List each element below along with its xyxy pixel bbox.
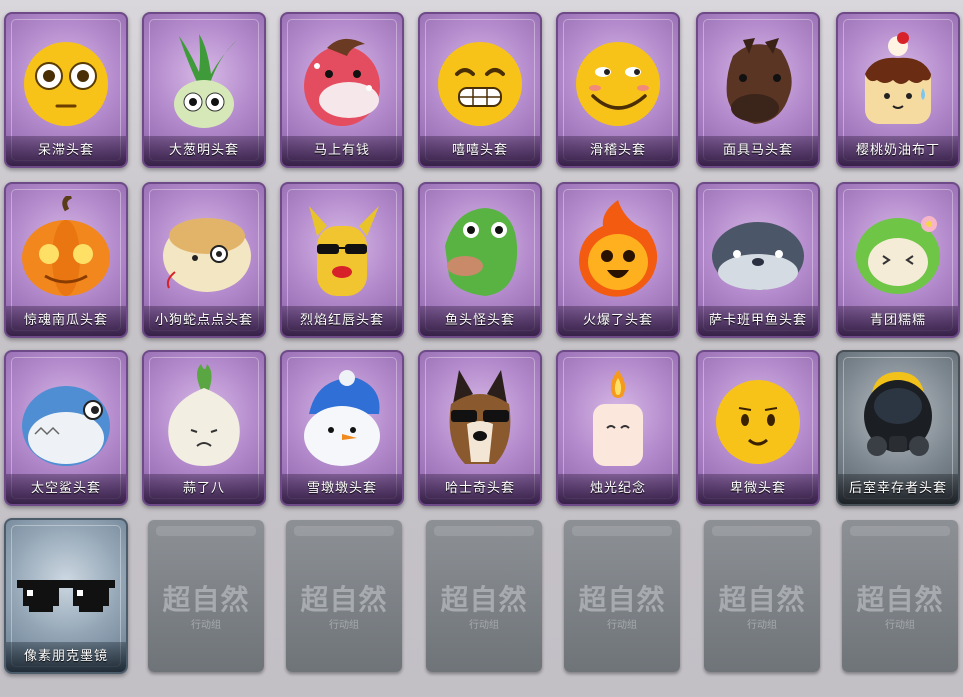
- item-card[interactable]: 太空鲨头套: [4, 350, 128, 506]
- locked-slot: 超自然 行动组: [704, 520, 820, 672]
- slot-tab: [850, 526, 950, 536]
- locked-emblem-sub: 行动组: [191, 620, 221, 631]
- slot-tab: [294, 526, 394, 536]
- item-card[interactable]: 大葱明头套: [142, 12, 266, 168]
- snowman-icon: [304, 370, 380, 466]
- dazed-face-icon: [24, 42, 108, 126]
- locked-slot: 超自然 行动组: [148, 520, 264, 672]
- locked-emblem-sub: 行动组: [329, 620, 359, 631]
- item-card[interactable]: 烈焰红唇头套: [280, 182, 404, 338]
- red-lips-mask-icon: [309, 206, 379, 296]
- item-label: 面具马头套: [698, 136, 818, 166]
- item-label: 青团糯糯: [838, 306, 958, 336]
- locked-emblem: 超自然: [856, 583, 944, 616]
- item-card[interactable]: 鱼头怪头套: [418, 182, 542, 338]
- locked-slot: 超自然 行动组: [842, 520, 958, 672]
- slot-tab: [434, 526, 534, 536]
- space-shark-icon: [22, 386, 110, 466]
- item-label: 烛光纪念: [558, 474, 678, 504]
- item-label: 马上有钱: [282, 136, 402, 166]
- fire-face-icon: [579, 200, 658, 297]
- item-card[interactable]: 惊魂南瓜头套: [4, 182, 128, 338]
- item-label: 嘻嘻头套: [420, 136, 540, 166]
- item-card[interactable]: 青团糯糯: [836, 182, 960, 338]
- item-label: 滑稽头套: [558, 136, 678, 166]
- item-card[interactable]: 樱桃奶油布丁: [836, 12, 960, 168]
- locked-emblem: 超自然: [440, 583, 528, 616]
- slot-tab: [572, 526, 672, 536]
- item-label: 哈士奇头套: [420, 474, 540, 504]
- item-card[interactable]: 滑稽头套: [556, 12, 680, 168]
- fish-head-icon: [445, 208, 518, 296]
- item-card[interactable]: 萨卡班甲鱼头套: [696, 182, 820, 338]
- locked-emblem: 超自然: [300, 583, 388, 616]
- item-card[interactable]: 火爆了头套: [556, 182, 680, 338]
- item-label: 鱼头怪头套: [420, 306, 540, 336]
- green-dumpling-icon: [856, 216, 940, 294]
- item-label: 小狗蛇点点头套: [144, 306, 264, 336]
- item-card[interactable]: 面具马头套: [696, 12, 820, 168]
- item-label: 萨卡班甲鱼头套: [698, 306, 818, 336]
- item-label: 太空鲨头套: [6, 474, 126, 504]
- locked-emblem-sub: 行动组: [885, 620, 915, 631]
- item-label: 后室幸存者头套: [838, 474, 958, 504]
- horse-mask-icon: [726, 38, 792, 125]
- cherry-pudding-icon: [865, 32, 931, 124]
- item-label: 卑微头套: [698, 474, 818, 504]
- locked-slot: 超自然 行动组: [286, 520, 402, 672]
- item-label: 雪墩墩头套: [282, 474, 402, 504]
- item-card[interactable]: 嘻嘻头套: [418, 12, 542, 168]
- locked-emblem-sub: 行动组: [747, 620, 777, 631]
- item-card[interactable]: 小狗蛇点点头套: [142, 182, 266, 338]
- item-label: 呆滞头套: [6, 136, 126, 166]
- locked-emblem: 超自然: [718, 583, 806, 616]
- cartoon-horse-icon: [304, 38, 380, 126]
- item-label: 惊魂南瓜头套: [6, 306, 126, 336]
- slot-tab: [156, 526, 256, 536]
- candle-icon: [593, 370, 643, 466]
- pumpkin-icon: [22, 196, 110, 296]
- item-card[interactable]: 哈士奇头套: [418, 350, 542, 506]
- locked-emblem-sub: 行动组: [607, 620, 637, 631]
- item-label: 蒜了八: [144, 474, 264, 504]
- humble-face-icon: [716, 380, 800, 464]
- item-card[interactable]: 后室幸存者头套: [836, 350, 960, 506]
- armored-fish-icon: [712, 222, 804, 290]
- item-card[interactable]: 呆滞头套: [4, 12, 128, 168]
- gas-mask-icon: [864, 372, 932, 456]
- item-label: 大葱明头套: [144, 136, 264, 166]
- smirk-face-icon: [576, 42, 660, 126]
- locked-emblem: 超自然: [578, 583, 666, 616]
- item-card[interactable]: 蒜了八: [142, 350, 266, 506]
- locked-emblem-sub: 行动组: [469, 620, 499, 631]
- locked-slot: 超自然 行动组: [426, 520, 542, 672]
- slot-tab: [712, 526, 812, 536]
- item-label: 烈焰红唇头套: [282, 306, 402, 336]
- item-label: 火爆了头套: [558, 306, 678, 336]
- garlic-icon: [168, 364, 240, 466]
- item-card[interactable]: 烛光纪念: [556, 350, 680, 506]
- locked-emblem: 超自然: [162, 583, 250, 616]
- collection-grid: 呆滞头套 大葱明头套 马上有钱 嘻嘻头套 滑稽头套 面具马头套 樱桃奶油布丁 惊…: [0, 0, 963, 697]
- locked-slot: 超自然 行动组: [564, 520, 680, 672]
- husky-sunglasses-icon: [449, 370, 511, 464]
- grin-face-icon: [438, 42, 522, 126]
- scallion-head-icon: [174, 34, 237, 128]
- item-card[interactable]: 卑微头套: [696, 350, 820, 506]
- pixel-sunglasses-icon: [17, 580, 115, 612]
- item-card[interactable]: 马上有钱: [280, 12, 404, 168]
- item-label: 樱桃奶油布丁: [838, 136, 958, 166]
- item-card[interactable]: 像素朋克墨镜: [4, 518, 128, 674]
- item-label: 像素朋克墨镜: [6, 642, 126, 672]
- snake-dog-icon: [163, 218, 251, 292]
- item-card[interactable]: 雪墩墩头套: [280, 350, 404, 506]
